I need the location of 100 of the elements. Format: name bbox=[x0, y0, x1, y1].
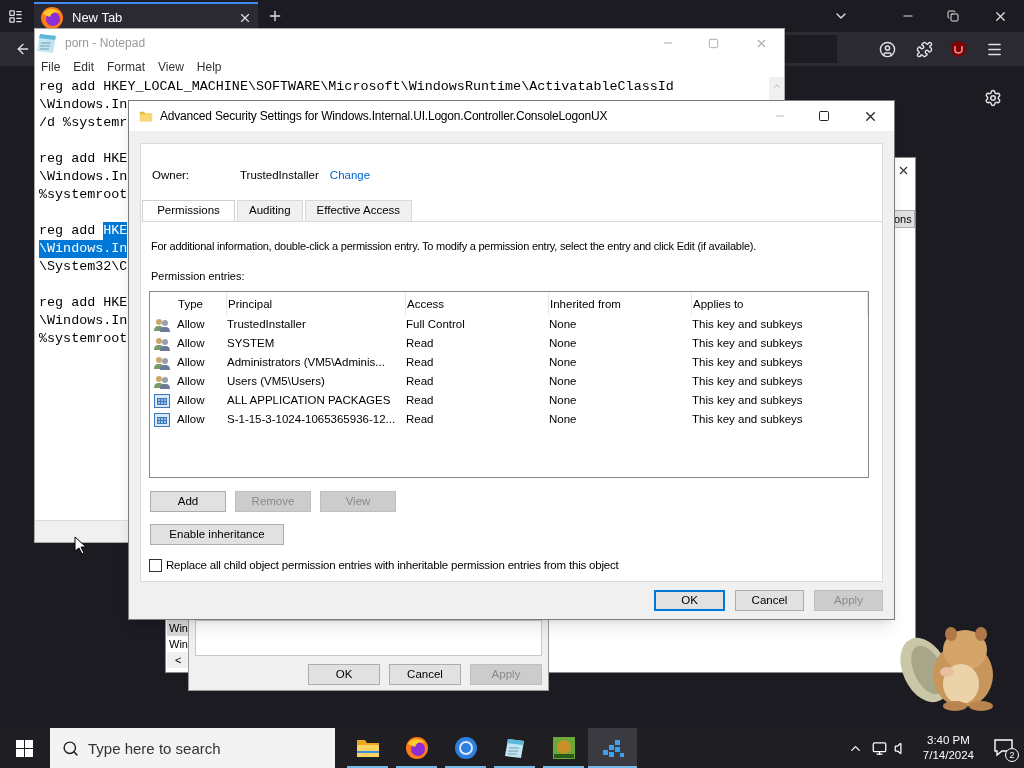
window-title: Advanced Security Settings for Windows.Internal.UI.Logon.Controller.ConsoleLogonUX bbox=[160, 108, 608, 125]
entry-button[interactable]: Add bbox=[150, 491, 226, 512]
table-cell-text: Allow bbox=[177, 354, 206, 370]
table-cell-text: ALL APPLICATION PACKAGES bbox=[227, 392, 392, 408]
clock-time[interactable]: 3:40 PM bbox=[927, 733, 970, 748]
package-icon bbox=[154, 412, 170, 427]
tab[interactable]: Auditing bbox=[237, 200, 303, 221]
table-cell-text: Read bbox=[406, 411, 435, 427]
table-cell-text: Full Control bbox=[406, 316, 466, 332]
table-cell-text: This key and subkeys bbox=[692, 354, 804, 370]
tab[interactable]: Effective Access bbox=[304, 200, 413, 221]
package-icon bbox=[154, 393, 170, 408]
table-cell-text: None bbox=[549, 373, 578, 389]
table-cell-text: Read bbox=[406, 354, 435, 370]
dialog-button[interactable]: OK bbox=[308, 664, 380, 685]
tab-title: New Tab bbox=[72, 9, 124, 28]
close-icon[interactable] bbox=[897, 164, 910, 177]
table-cell-text: Allow bbox=[177, 335, 206, 351]
notepad-icon bbox=[502, 736, 527, 760]
list-item[interactable]: Win bbox=[167, 620, 191, 636]
code-text: \System32\C bbox=[39, 258, 128, 276]
notification-badge: 2 bbox=[1005, 748, 1019, 762]
checkbox-label: Replace all child object permission entries with inheritable permission entries from this object bbox=[166, 558, 619, 573]
windows-logo-icon[interactable] bbox=[16, 739, 33, 757]
folder-icon bbox=[139, 109, 153, 123]
code-text: reg add HKE bbox=[39, 294, 128, 312]
notification-button[interactable]: 2 bbox=[984, 728, 1024, 768]
table-cell-text: Read bbox=[406, 373, 435, 389]
firefox-icon bbox=[404, 736, 429, 760]
table-cell-text: Read bbox=[406, 335, 435, 351]
code-text: %systemroot bbox=[39, 186, 128, 204]
browser-icon bbox=[453, 736, 478, 760]
description-text: For additional information, double-click a permission entry. To modify a permission entry, select the entry and click Edit (if available). bbox=[151, 239, 757, 254]
dialog-button[interactable]: Cancel bbox=[389, 664, 461, 685]
search-icon bbox=[62, 740, 79, 757]
entries-label: Permission entries: bbox=[151, 268, 246, 284]
table-cell-text: None bbox=[549, 335, 578, 351]
column-header[interactable]: Inherited from bbox=[549, 293, 692, 315]
table-cell-text: This key and subkeys bbox=[692, 392, 804, 408]
menu-item[interactable]: Edit bbox=[73, 58, 95, 76]
firefox-icon bbox=[40, 6, 64, 30]
extensions-icon[interactable] bbox=[916, 40, 933, 58]
code-text: \Windows.In bbox=[39, 312, 128, 330]
code-text: /d %systemr bbox=[39, 114, 128, 132]
table-cell-text: TrustedInstaller bbox=[227, 316, 307, 332]
code-text: HKE bbox=[103, 222, 128, 240]
column-header[interactable]: Applies to bbox=[692, 293, 868, 315]
table-cell-text: Read bbox=[406, 392, 435, 408]
maximize-icon[interactable] bbox=[818, 110, 830, 122]
network-icon[interactable] bbox=[871, 740, 887, 756]
code-text: \Windows.In bbox=[39, 168, 128, 186]
dialog-button[interactable]: Cancel bbox=[735, 590, 804, 611]
search-field[interactable]: Type here to search bbox=[50, 728, 335, 768]
menu-item[interactable]: File bbox=[41, 58, 61, 76]
table-cell-text: SYSTEM bbox=[227, 335, 276, 351]
column-header[interactable]: Access bbox=[406, 293, 549, 315]
code-text: \Windows.In bbox=[39, 240, 128, 258]
restore-icon[interactable] bbox=[947, 10, 959, 22]
code-text: reg add HKEY_LOCAL_MACHINE\SOFTWARE\Microsoft\WindowsRuntime\ActivatableClassId bbox=[39, 78, 674, 96]
table-cell-text: None bbox=[549, 411, 578, 427]
partial-button[interactable]: ons bbox=[893, 210, 915, 228]
new-tab-icon[interactable] bbox=[267, 8, 283, 24]
column-header[interactable]: Type bbox=[177, 293, 227, 315]
code-text: reg add HKE bbox=[39, 150, 128, 168]
window-title: porn - Notepad bbox=[65, 35, 146, 52]
users-icon bbox=[154, 355, 170, 370]
settings-icon[interactable] bbox=[984, 89, 1002, 107]
users-icon bbox=[154, 336, 170, 351]
folder-icon bbox=[355, 738, 380, 758]
clock-date[interactable]: 7/14/2024 bbox=[922, 748, 974, 763]
shield-icon[interactable] bbox=[951, 41, 966, 57]
inheritance-button[interactable]: Enable inheritance bbox=[150, 524, 284, 545]
table-cell-text: This key and subkeys bbox=[692, 335, 804, 351]
table-cell-text: This key and subkeys bbox=[692, 316, 804, 332]
checkbox[interactable] bbox=[149, 559, 162, 573]
change-link[interactable]: Change bbox=[329, 167, 371, 185]
table-cell-text: None bbox=[549, 316, 578, 332]
taskbar-button[interactable] bbox=[588, 728, 637, 768]
owner-label: Owner: bbox=[152, 168, 191, 184]
tab[interactable]: Permissions bbox=[142, 200, 235, 221]
column-header[interactable]: Principal bbox=[227, 293, 406, 315]
tab-list-icon[interactable] bbox=[8, 8, 23, 24]
table-cell-text: Administrators (VM5\Adminis... bbox=[227, 354, 386, 370]
account-icon[interactable] bbox=[879, 40, 896, 58]
menu-item[interactable]: Help bbox=[196, 58, 222, 76]
close-tab-icon[interactable] bbox=[238, 11, 252, 25]
game-icon bbox=[551, 736, 576, 760]
table-cell-text: Allow bbox=[177, 392, 206, 408]
table-cell-text: None bbox=[549, 354, 578, 370]
users-icon bbox=[154, 317, 170, 332]
table-cell-text: Allow bbox=[177, 411, 206, 427]
table-cell-text: Users (VM5\Users) bbox=[227, 373, 326, 389]
notification-icon bbox=[994, 739, 1014, 757]
menu-item[interactable]: Format bbox=[107, 58, 146, 76]
menu-item[interactable]: View bbox=[158, 58, 184, 76]
owner-name: TrustedInstaller bbox=[240, 168, 319, 184]
back-icon[interactable] bbox=[15, 41, 31, 57]
users-icon bbox=[154, 374, 170, 389]
table-cell-text: This key and subkeys bbox=[692, 373, 804, 389]
dialog-button[interactable]: OK bbox=[654, 590, 725, 611]
